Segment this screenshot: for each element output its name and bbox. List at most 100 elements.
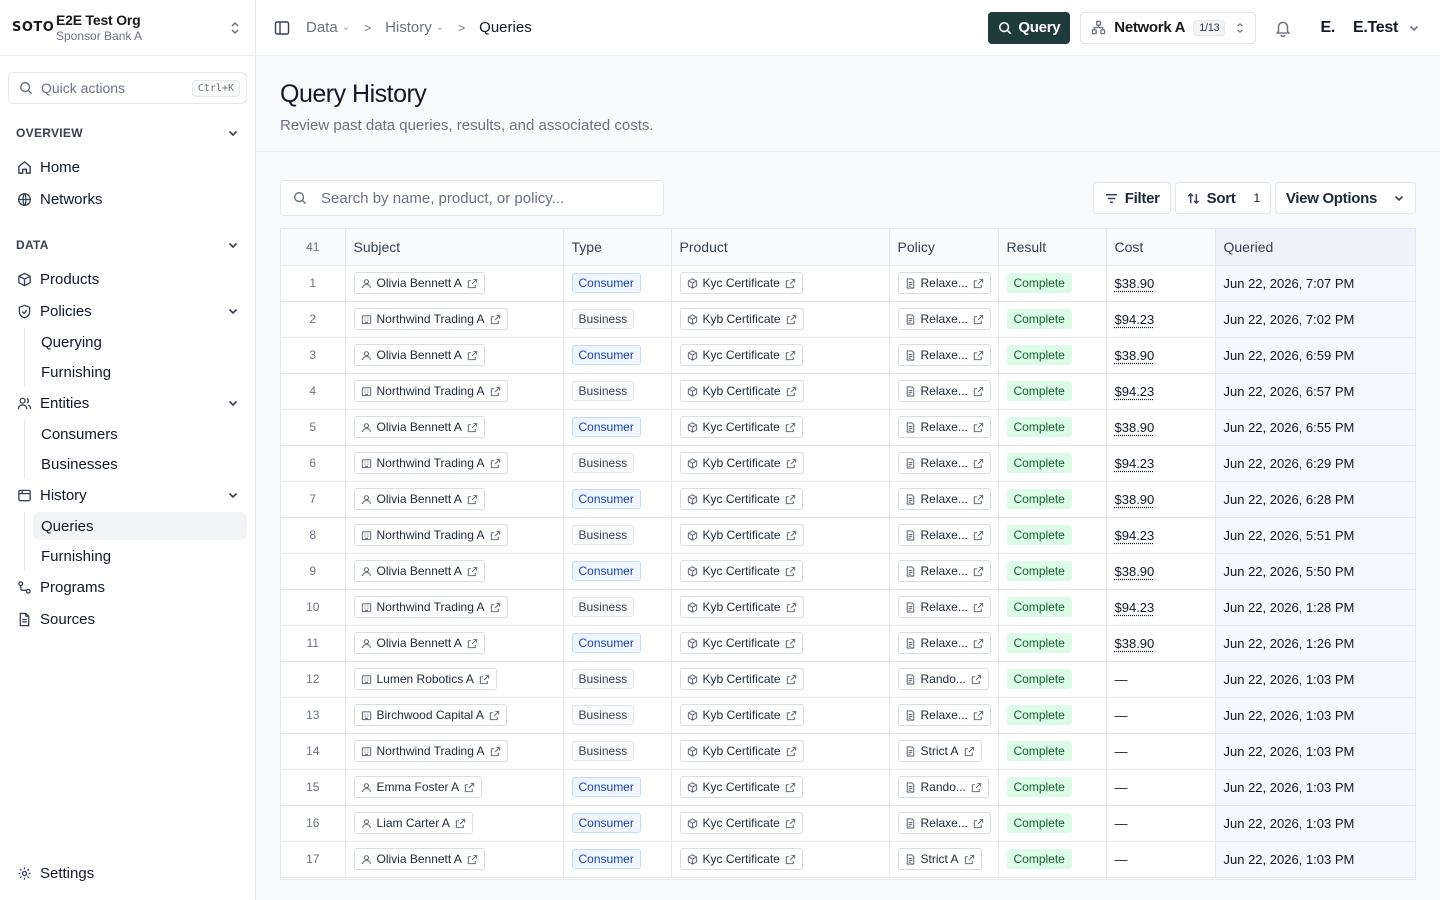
- column-header-result[interactable]: Result: [998, 229, 1107, 266]
- external-link-icon[interactable]: [785, 854, 796, 865]
- network-switcher[interactable]: Network A 1/13: [1080, 11, 1257, 44]
- cost-value[interactable]: $94.23: [1115, 384, 1155, 399]
- cost-value[interactable]: $38.90: [1115, 348, 1155, 363]
- table-row[interactable]: 3 Olivia Bennett A Consumer Kyc Certificate…: [281, 337, 1415, 374]
- sidebar-toggle-icon[interactable]: [274, 20, 290, 36]
- breadcrumb-data[interactable]: Data ⌄: [306, 19, 350, 36]
- product-chip[interactable]: Kyc Certificate: [679, 848, 803, 870]
- policy-chip[interactable]: Relaxe...: [897, 596, 991, 618]
- product-chip[interactable]: Kyc Certificate: [679, 776, 803, 798]
- subject-chip[interactable]: Liam Carter A: [353, 812, 473, 834]
- external-link-icon[interactable]: [973, 530, 984, 541]
- table-row[interactable]: 11 Olivia Bennett A Consumer Kyc Certificat…: [281, 625, 1415, 662]
- external-link-icon[interactable]: [786, 674, 797, 685]
- subject-chip[interactable]: Northwind Trading A: [353, 596, 508, 618]
- sidebar-item-products[interactable]: Products: [8, 264, 247, 294]
- policy-chip[interactable]: Relaxe...: [897, 380, 991, 402]
- external-link-icon[interactable]: [973, 494, 984, 505]
- external-link-icon[interactable]: [490, 458, 501, 469]
- chevron-down-icon[interactable]: [227, 305, 239, 317]
- breadcrumb-history[interactable]: History ⌄: [385, 19, 444, 36]
- policy-chip[interactable]: Relaxe...: [897, 560, 991, 582]
- policy-chip[interactable]: Rando...: [897, 668, 989, 690]
- breadcrumb-queries[interactable]: Queries: [479, 19, 532, 36]
- subject-chip[interactable]: Northwind Trading A: [353, 380, 508, 402]
- policy-chip[interactable]: Strict A: [897, 848, 982, 870]
- cost-value[interactable]: $38.90: [1115, 420, 1155, 435]
- subject-chip[interactable]: Northwind Trading A: [353, 308, 508, 330]
- subject-chip[interactable]: Olivia Bennett A: [353, 560, 485, 582]
- subject-chip[interactable]: Olivia Bennett A: [353, 488, 485, 510]
- external-link-icon[interactable]: [785, 278, 796, 289]
- sidebar-item-programs[interactable]: Programs: [8, 572, 247, 602]
- cost-value[interactable]: $94.23: [1115, 528, 1155, 543]
- external-link-icon[interactable]: [467, 422, 478, 433]
- table-row[interactable]: 5 Olivia Bennett A Consumer Kyc Certificate…: [281, 409, 1415, 446]
- product-chip[interactable]: Kyb Certificate: [679, 452, 804, 474]
- filter-button[interactable]: Filter: [1092, 182, 1171, 214]
- external-link-icon[interactable]: [964, 746, 975, 757]
- cost-value[interactable]: $94.23: [1115, 312, 1155, 327]
- external-link-icon[interactable]: [490, 602, 501, 613]
- subject-chip[interactable]: Northwind Trading A: [353, 740, 508, 762]
- external-link-icon[interactable]: [785, 494, 796, 505]
- external-link-icon[interactable]: [490, 746, 501, 757]
- table-row[interactable]: 1 Olivia Bennett A Consumer Kyc Certificate…: [281, 265, 1415, 302]
- external-link-icon[interactable]: [973, 602, 984, 613]
- subject-chip[interactable]: Olivia Bennett A: [353, 632, 485, 654]
- external-link-icon[interactable]: [785, 350, 796, 361]
- cost-value[interactable]: $38.90: [1115, 492, 1155, 507]
- sidebar-item-consumers[interactable]: Consumers: [33, 420, 247, 448]
- product-chip[interactable]: Kyb Certificate: [679, 596, 804, 618]
- chevron-down-icon[interactable]: [227, 489, 239, 501]
- policy-chip[interactable]: Relaxe...: [897, 488, 991, 510]
- subject-chip[interactable]: Lumen Robotics A: [353, 668, 497, 690]
- sidebar-item-history[interactable]: History: [8, 480, 247, 510]
- sidebar-item-policies[interactable]: Policies: [8, 296, 247, 326]
- external-link-icon[interactable]: [786, 458, 797, 469]
- user-menu[interactable]: E. E.Test: [1320, 19, 1420, 37]
- external-link-icon[interactable]: [785, 638, 796, 649]
- subject-chip[interactable]: Birchwood Capital A: [353, 704, 507, 726]
- policy-chip[interactable]: Rando...: [897, 776, 989, 798]
- product-chip[interactable]: Kyc Certificate: [679, 272, 803, 294]
- external-link-icon[interactable]: [490, 530, 501, 541]
- sidebar-item-queries[interactable]: Queries: [33, 512, 247, 540]
- external-link-icon[interactable]: [971, 674, 982, 685]
- org-switcher[interactable]: SOTO E2E Test Org Sponsor Bank A: [0, 0, 255, 56]
- sidebar-item-history-furnishing[interactable]: Furnishing: [33, 542, 247, 570]
- table-row[interactable]: 13 Birchwood Capital A Business Kyb Certifi…: [281, 697, 1415, 734]
- section-data[interactable]: DATA: [0, 234, 255, 256]
- column-header-product[interactable]: Product: [671, 229, 890, 266]
- table-row[interactable]: 6 Northwind Trading A Business Kyb Certific…: [281, 445, 1415, 482]
- policy-chip[interactable]: Relaxe...: [897, 524, 991, 546]
- sidebar-item-businesses[interactable]: Businesses: [33, 450, 247, 478]
- external-link-icon[interactable]: [786, 746, 797, 757]
- subject-chip[interactable]: Olivia Bennett A: [353, 272, 485, 294]
- chevron-down-icon[interactable]: [227, 397, 239, 409]
- cost-value[interactable]: $94.23: [1115, 600, 1155, 615]
- external-link-icon[interactable]: [489, 710, 500, 721]
- external-link-icon[interactable]: [467, 350, 478, 361]
- product-chip[interactable]: Kyb Certificate: [679, 740, 804, 762]
- external-link-icon[interactable]: [467, 566, 478, 577]
- query-button[interactable]: Query: [988, 11, 1071, 44]
- external-link-icon[interactable]: [973, 818, 984, 829]
- sidebar-item-sources[interactable]: Sources: [8, 604, 247, 634]
- sidebar-item-querying[interactable]: Querying: [33, 328, 247, 356]
- external-link-icon[interactable]: [786, 314, 797, 325]
- external-link-icon[interactable]: [786, 530, 797, 541]
- table-row[interactable]: 7 Olivia Bennett A Consumer Kyc Certificate…: [281, 481, 1415, 518]
- external-link-icon[interactable]: [973, 422, 984, 433]
- sidebar-item-policy-furnishing[interactable]: Furnishing: [33, 358, 247, 386]
- cost-value[interactable]: $38.90: [1115, 564, 1155, 579]
- external-link-icon[interactable]: [971, 782, 982, 793]
- sidebar-item-settings[interactable]: Settings: [8, 858, 247, 888]
- external-link-icon[interactable]: [467, 638, 478, 649]
- policy-chip[interactable]: Relaxe...: [897, 272, 991, 294]
- section-overview[interactable]: OVERVIEW: [0, 122, 255, 144]
- external-link-icon[interactable]: [467, 278, 478, 289]
- subject-chip[interactable]: Olivia Bennett A: [353, 848, 485, 870]
- cost-value[interactable]: $38.90: [1115, 276, 1155, 291]
- external-link-icon[interactable]: [455, 818, 466, 829]
